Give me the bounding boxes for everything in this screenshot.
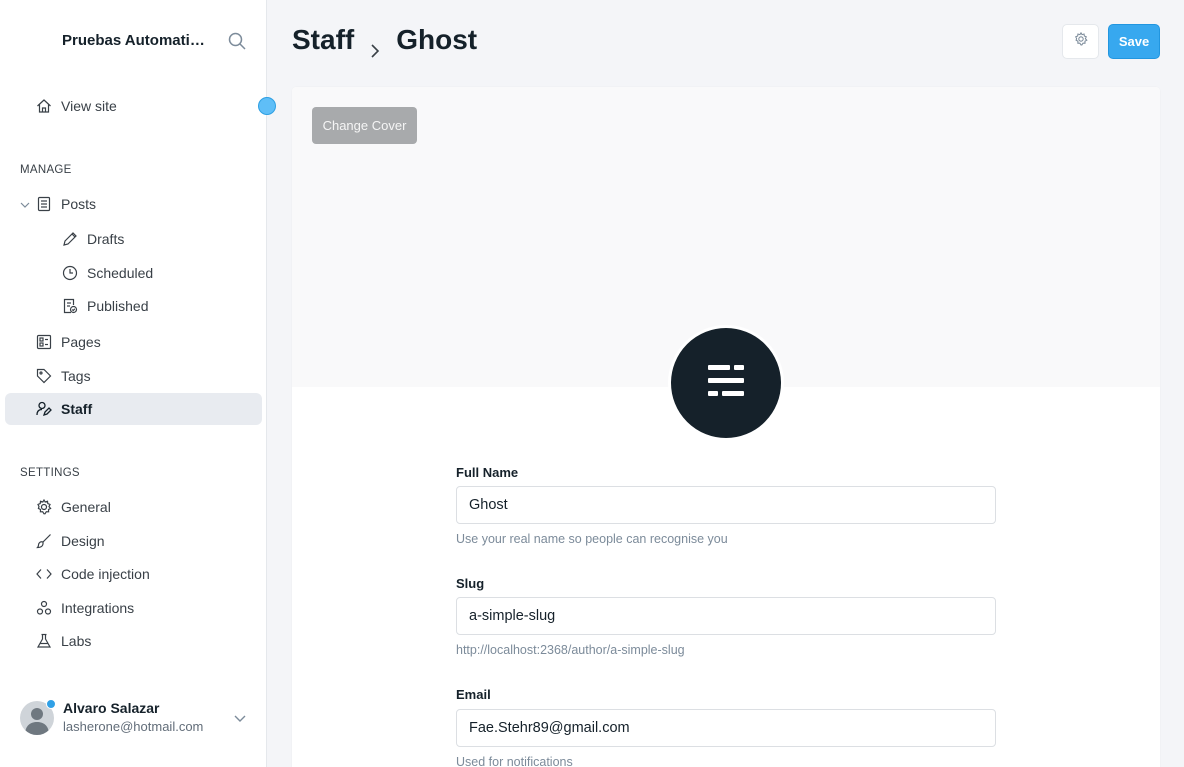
manage-heading: MANAGE (20, 164, 72, 176)
sidebar-item-label: Staff (61, 401, 93, 417)
chevron-down-icon[interactable] (19, 198, 31, 210)
pencil-icon (62, 231, 78, 247)
sidebar-item-label: View site (61, 98, 117, 114)
full-name-help: Use your real name so people can recogni… (456, 532, 728, 546)
sidebar-item-drafts[interactable]: Drafts (5, 223, 262, 255)
integrations-icon (36, 600, 52, 616)
posts-icon (36, 196, 52, 212)
sidebar-item-general[interactable]: General (5, 491, 262, 523)
brush-icon (36, 533, 52, 549)
breadcrumb: Staff Ghost (292, 24, 478, 58)
code-icon (36, 566, 52, 582)
home-icon (36, 98, 52, 114)
user-name: Alvaro Salazar (63, 700, 160, 716)
sidebar-item-label: Drafts (87, 231, 125, 247)
full-name-label: Full Name (456, 465, 519, 480)
sidebar-item-code-injection[interactable]: Code injection (5, 558, 262, 590)
settings-heading: SETTINGS (20, 467, 80, 479)
staff-icon (36, 401, 52, 417)
breadcrumb-staff-link[interactable]: Staff (292, 24, 354, 56)
staff-profile-card: Change Cover Full Name Use your real nam… (292, 87, 1160, 767)
sidebar-item-posts[interactable]: Posts (5, 188, 262, 220)
email-label: Email (456, 687, 491, 702)
sidebar-item-label: General (61, 499, 111, 515)
change-cover-button[interactable]: Change Cover (312, 107, 417, 144)
ghost-logo-icon (706, 363, 746, 404)
sidebar-item-published[interactable]: Published (5, 290, 262, 322)
email-help: Used for notifications (456, 755, 573, 767)
notification-dot[interactable] (258, 97, 276, 115)
flask-icon (36, 633, 52, 649)
sidebar-item-label: Posts (61, 196, 97, 212)
profile-image[interactable] (668, 325, 784, 441)
sidebar-item-label: Integrations (61, 600, 135, 616)
sidebar-item-scheduled[interactable]: Scheduled (5, 257, 262, 289)
sidebar: Pruebas Automatizadas View site MANAGE P… (0, 0, 276, 767)
status-badge (46, 699, 56, 709)
page-title: Ghost (396, 24, 478, 55)
chevron-down-icon[interactable] (233, 711, 247, 725)
gear-icon (36, 498, 52, 515)
sidebar-item-label: Scheduled (87, 265, 154, 281)
clock-icon (62, 265, 78, 281)
sidebar-item-staff[interactable]: Staff (5, 393, 262, 425)
sidebar-item-label: Code injection (61, 566, 150, 582)
published-icon (62, 298, 78, 314)
save-button[interactable]: Save (1108, 24, 1160, 59)
slug-url-help: http://localhost:2368/author/a-simple-sl… (456, 643, 685, 657)
email-field[interactable] (456, 709, 996, 747)
sidebar-item-integrations[interactable]: Integrations (5, 592, 262, 624)
sidebar-item-design[interactable]: Design (5, 525, 262, 557)
sidebar-item-labs[interactable]: Labs (5, 625, 262, 657)
sidebar-item-label: Tags (61, 368, 91, 384)
slug-input[interactable] (456, 597, 996, 635)
slug-label: Slug (456, 576, 485, 591)
sidebar-item-tags[interactable]: Tags (5, 360, 262, 392)
user-menu[interactable]: Alvaro Salazar lasherone@hotmail.com (20, 698, 260, 738)
user-settings-button[interactable] (1062, 24, 1099, 59)
sidebar-item-label: Labs (61, 633, 92, 649)
gear-icon (1074, 31, 1088, 51)
sidebar-item-label: Published (87, 298, 149, 314)
sidebar-item-view-site[interactable]: View site (5, 90, 262, 122)
search-icon[interactable] (227, 31, 247, 51)
pages-icon (36, 334, 52, 350)
chevron-right-icon (368, 33, 382, 58)
sidebar-item-pages[interactable]: Pages (5, 326, 262, 358)
site-title[interactable]: Pruebas Automatizadas (62, 32, 212, 49)
user-email: lasherone@hotmail.com (63, 719, 204, 734)
tag-icon (36, 368, 52, 384)
sidebar-item-label: Pages (61, 334, 101, 350)
full-name-input[interactable] (456, 486, 996, 524)
sidebar-item-label: Design (61, 533, 105, 549)
